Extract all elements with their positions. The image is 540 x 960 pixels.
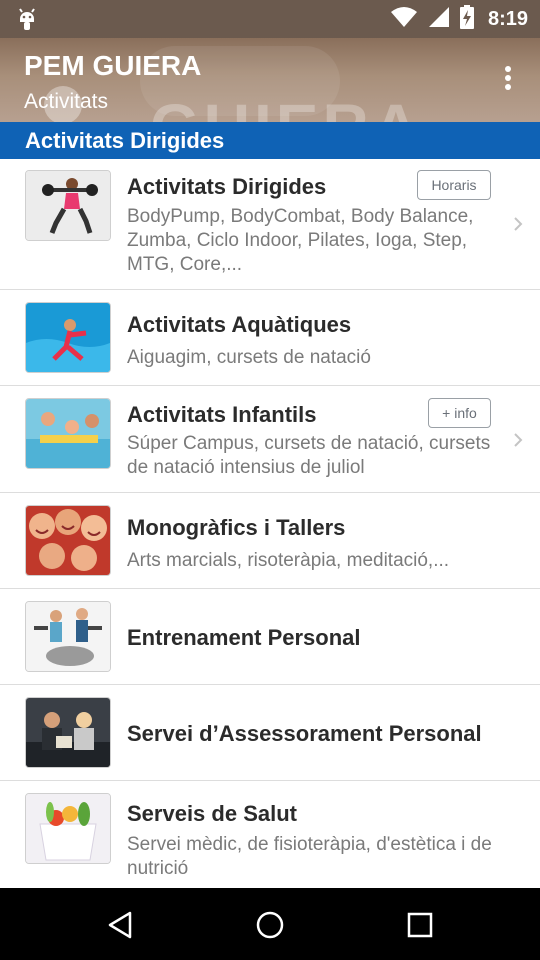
item-title: Activitats Aquàtiques — [127, 312, 352, 337]
item-thumbnail — [25, 697, 111, 768]
item-description: BodyPump, BodyCombat, Body Balance, Zumb… — [127, 206, 474, 275]
list-item[interactable]: Servei d’Assessorament Personal — [0, 685, 540, 781]
item-title: Monogràfics i Tallers — [127, 515, 346, 540]
item-title: Serveis de Salut — [127, 801, 297, 826]
item-thumbnail — [25, 398, 111, 469]
more-info-button[interactable]: + info — [428, 398, 491, 428]
item-thumbnail — [25, 601, 111, 672]
overflow-menu-icon[interactable] — [502, 66, 514, 94]
list-item[interactable]: Activitats Dirigides Horaris BodyPump, B… — [0, 159, 540, 290]
list-item[interactable]: Entrenament Personal — [0, 589, 540, 685]
item-thumbnail — [25, 793, 111, 864]
home-icon[interactable] — [255, 910, 285, 940]
item-thumbnail — [25, 505, 111, 576]
back-icon[interactable] — [106, 910, 136, 940]
wifi-icon — [390, 6, 418, 33]
status-bar: 8:19 — [0, 0, 540, 38]
app-subtitle: Activitats — [24, 90, 109, 113]
app-header: GUIERA PEM GUIERA Activitats — [0, 38, 540, 122]
item-thumbnail — [25, 302, 111, 373]
item-title: Activitats Dirigides — [127, 174, 327, 199]
list-item[interactable]: Serveis de Salut Servei mèdic, de fisiot… — [0, 781, 540, 889]
item-description: Súper Campus, cursets de natació, curset… — [127, 433, 491, 478]
horaris-button[interactable]: Horaris — [417, 170, 491, 200]
app-title: PEM GUIERA — [24, 50, 202, 81]
activity-list: Activitats Dirigides Horaris BodyPump, B… — [0, 159, 540, 889]
chevron-right-icon — [514, 217, 523, 231]
status-time: 8:19 — [487, 7, 528, 30]
item-description: Arts marcials, risoteràpia, meditació,..… — [127, 550, 450, 571]
list-item[interactable]: Monogràfics i Tallers Arts marcials, ris… — [0, 493, 540, 589]
item-title: Activitats Infantils — [127, 402, 317, 427]
item-description: Servei mèdic, de fisioteràpia, d'estètic… — [127, 834, 492, 879]
chevron-right-icon — [514, 433, 523, 447]
android-notification-icon — [16, 7, 38, 36]
recents-icon[interactable] — [405, 910, 435, 940]
section-header: Activitats Dirigides — [0, 122, 540, 159]
item-thumbnail — [25, 170, 111, 241]
battery-charging-icon — [459, 4, 474, 34]
item-title: Entrenament Personal — [127, 625, 361, 650]
navigation-bar — [0, 888, 540, 960]
item-description: Aiguagim, cursets de natació — [127, 347, 371, 368]
list-item[interactable]: Activitats Infantils + info Súper Campus… — [0, 386, 540, 493]
header-background-watermark: GUIERA — [150, 90, 423, 122]
signal-icon — [428, 6, 450, 33]
screen: 8:19 GUIERA PEM GUIERA Activitats Activi… — [0, 0, 540, 960]
list-item[interactable]: Activitats Aquàtiques Aiguagim, cursets … — [0, 290, 540, 386]
item-title: Servei d’Assessorament Personal — [127, 721, 482, 746]
